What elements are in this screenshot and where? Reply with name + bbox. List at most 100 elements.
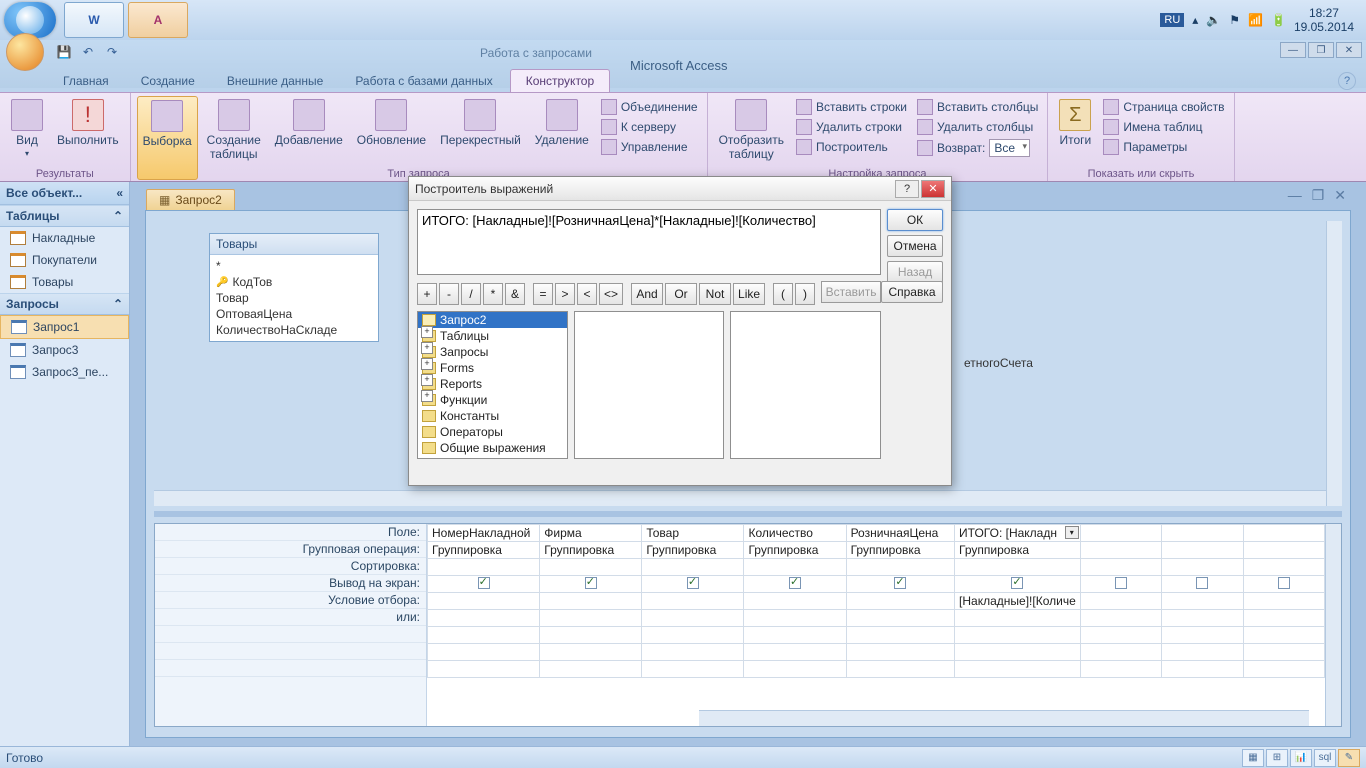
btn-delete-rows[interactable]: Удалить строки [793,118,910,136]
table-box-tovary[interactable]: Товары * 🔑КодТов Товар ОптоваяЦена Колич… [209,233,379,342]
tree-item-functions[interactable]: Функции [418,392,567,408]
qbe-cell[interactable] [1080,525,1161,542]
qbe-vscroll[interactable] [1325,524,1341,726]
tab-create[interactable]: Создание [126,70,210,92]
qbe-cell[interactable] [744,661,846,678]
qbe-cell[interactable] [1162,661,1243,678]
field-kodtov[interactable]: КодТов [232,275,272,289]
tree-item-tables[interactable]: Таблицы [418,328,567,344]
op-lparen[interactable]: ( [773,283,793,305]
field-kolichestvo[interactable]: КоличествоНаСкладе [216,323,337,337]
nav-query-item[interactable]: Запрос3_пе... [0,361,129,383]
minimize-button[interactable]: — [1280,42,1306,58]
qbe-cell[interactable] [846,610,954,627]
dialog-close-button[interactable]: ✕ [921,180,945,198]
dialog-titlebar[interactable]: Построитель выражений ? ✕ [409,177,951,201]
qbe-cell[interactable] [1162,559,1243,576]
qbe-cell[interactable] [540,593,642,610]
qbe-cell[interactable] [1162,525,1243,542]
qbe-cell[interactable] [642,644,744,661]
categories-list[interactable] [574,311,725,459]
qbe-cell[interactable] [1162,644,1243,661]
qbe-cell[interactable] [1162,542,1243,559]
doc-tab[interactable]: ▦Запрос2 [146,189,235,210]
qbe-cell[interactable] [1243,525,1324,542]
qbe-cell[interactable] [642,627,744,644]
op-or[interactable]: Or [665,283,697,305]
qbe-cell[interactable] [744,627,846,644]
qbe-cell[interactable] [1080,576,1161,593]
qbe-cell[interactable] [1080,542,1161,559]
op-like[interactable]: Like [733,283,765,305]
qbe-cell[interactable] [744,559,846,576]
qbe-cell[interactable] [540,559,642,576]
qbe-cell[interactable] [846,661,954,678]
qbe-cell[interactable] [642,593,744,610]
qbe-cell[interactable] [955,627,1081,644]
qbe-cell[interactable]: ИТОГО: [Накладн▾ [955,525,1081,542]
help-icon[interactable]: ? [1338,72,1356,90]
tree-item-zapros2[interactable]: Запрос2 [418,312,567,328]
doc-restore[interactable]: ❐ [1312,187,1325,204]
qbe-cell[interactable] [1080,661,1161,678]
qbe-cell[interactable] [846,644,954,661]
qbe-cell[interactable] [744,593,846,610]
qbe-cell[interactable]: Товар [642,525,744,542]
expression-textbox[interactable] [417,209,881,275]
qbe-cell[interactable] [1162,576,1243,593]
qbe-cell[interactable] [1243,542,1324,559]
op-rparen[interactable]: ) [795,283,815,305]
qat-redo-icon[interactable]: ↷ [102,42,122,62]
qbe-cell[interactable] [1243,661,1324,678]
btn-insert-cols[interactable]: Вставить столбцы [914,98,1041,116]
dialog-help-button[interactable]: ? [895,180,919,198]
view-design[interactable]: ✎ [1338,749,1360,767]
btn-insert-rows[interactable]: Вставить строки [793,98,910,116]
qbe-cell[interactable]: Группировка [642,542,744,559]
qbe-cell[interactable] [1243,610,1324,627]
show-checkbox[interactable] [894,577,906,589]
qbe-cell[interactable] [428,661,540,678]
return-combo[interactable]: Все [989,139,1030,157]
tray-clock[interactable]: 18:27 19.05.2014 [1294,6,1354,35]
qbe-cell[interactable]: Количество [744,525,846,542]
close-button[interactable]: ✕ [1336,42,1362,58]
tree-item-operators[interactable]: Операторы [418,424,567,440]
nav-table-item[interactable]: Покупатели [0,249,129,271]
qbe-cell[interactable]: Группировка [428,542,540,559]
qbe-cell[interactable]: РозничнаяЦена [846,525,954,542]
qbe-cell[interactable]: Группировка [846,542,954,559]
qbe-cell[interactable] [846,559,954,576]
qbe-cell[interactable] [955,576,1081,593]
qbe-cell[interactable] [428,593,540,610]
values-list[interactable] [730,311,881,459]
qbe-cell[interactable] [744,610,846,627]
nav-table-item[interactable]: Накладные [0,227,129,249]
tray-network-icon[interactable]: 📶 [1248,13,1263,27]
tray-battery-icon[interactable]: 🔋 [1271,13,1286,27]
qbe-hscroll[interactable] [699,710,1309,726]
show-checkbox[interactable] [478,577,490,589]
qbe-cell[interactable] [955,559,1081,576]
btn-tablenames[interactable]: Имена таблиц [1100,118,1227,136]
tab-database-tools[interactable]: Работа с базами данных [340,70,507,92]
field-tovar[interactable]: Товар [216,291,249,305]
qbe-cell[interactable] [428,610,540,627]
show-checkbox[interactable] [1196,577,1208,589]
tab-home[interactable]: Главная [48,70,124,92]
qat-save-icon[interactable]: 💾 [54,42,74,62]
tray-chevron-icon[interactable]: ▴ [1192,13,1198,27]
qbe-cell[interactable] [540,576,642,593]
lang-indicator[interactable]: RU [1160,13,1184,27]
tree-item-reports[interactable]: Reports [418,376,567,392]
doc-minimize[interactable]: — [1288,187,1302,204]
elements-tree[interactable]: Запрос2 Таблицы Запросы Forms Reports Фу… [417,311,568,459]
task-access[interactable]: A [128,2,188,38]
qbe-cell[interactable]: Группировка [955,542,1081,559]
qbe-cell[interactable] [1243,576,1324,593]
qbe-cell[interactable] [955,610,1081,627]
tree-item-constants[interactable]: Константы [418,408,567,424]
qbe-cell[interactable] [744,644,846,661]
upper-vscroll[interactable] [1326,221,1342,506]
qbe-cell[interactable] [642,576,744,593]
